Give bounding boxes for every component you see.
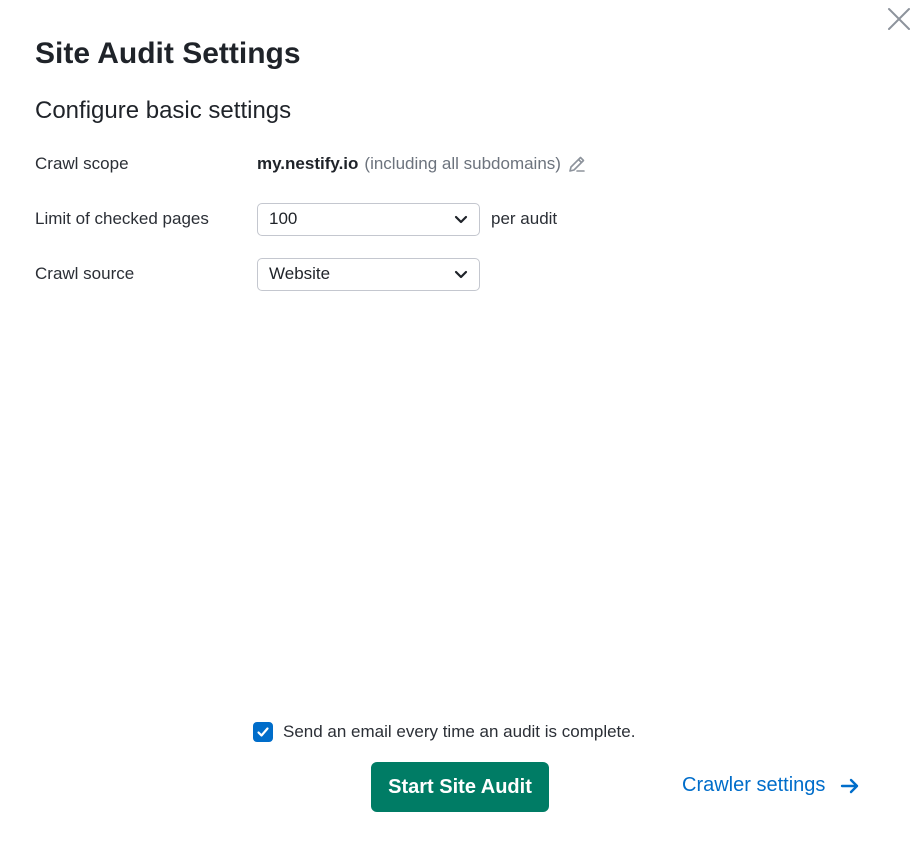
crawl-source-label: Crawl source bbox=[35, 264, 135, 283]
page-limit-value: 100 bbox=[269, 209, 298, 228]
page-limit-label: Limit of checked pages bbox=[35, 209, 209, 228]
modal-title: Site Audit Settings bbox=[35, 37, 301, 70]
checkmark-icon bbox=[257, 727, 269, 737]
email-notification-row: Send an email every time an audit is com… bbox=[253, 722, 635, 742]
page-limit-row: Limit of checked pages 100 per audit bbox=[35, 201, 557, 237]
email-checkbox-label[interactable]: Send an email every time an audit is com… bbox=[283, 722, 635, 742]
crawl-source-value: Website bbox=[269, 264, 331, 283]
email-checkbox[interactable] bbox=[253, 722, 273, 742]
crawl-scope-row: Crawl scope my.nestify.io (including all… bbox=[35, 146, 587, 182]
chevron-down-icon bbox=[453, 211, 469, 227]
pencil-icon[interactable] bbox=[567, 154, 587, 174]
crawl-scope-domain: my.nestify.io bbox=[257, 154, 359, 173]
crawl-source-select[interactable]: Website bbox=[257, 257, 480, 291]
crawl-scope-label: Crawl scope bbox=[35, 154, 129, 173]
chevron-down-icon bbox=[453, 266, 469, 282]
page-limit-suffix: per audit bbox=[491, 209, 558, 228]
crawler-settings-label: Crawler settings bbox=[682, 774, 826, 796]
section-subtitle: Configure basic settings bbox=[35, 97, 292, 124]
close-button[interactable] bbox=[886, 6, 912, 32]
crawl-source-row: Crawl source Website bbox=[35, 256, 480, 292]
crawler-settings-link[interactable]: Crawler settings bbox=[682, 774, 861, 797]
crawl-scope-note: (including all subdomains) bbox=[364, 154, 561, 173]
page-limit-select[interactable]: 100 bbox=[257, 202, 480, 236]
arrow-right-icon bbox=[839, 775, 861, 797]
start-site-audit-button[interactable]: Start Site Audit bbox=[371, 762, 549, 812]
close-icon bbox=[888, 8, 910, 30]
site-audit-settings-modal: Site Audit Settings Configure basic sett… bbox=[0, 0, 912, 850]
